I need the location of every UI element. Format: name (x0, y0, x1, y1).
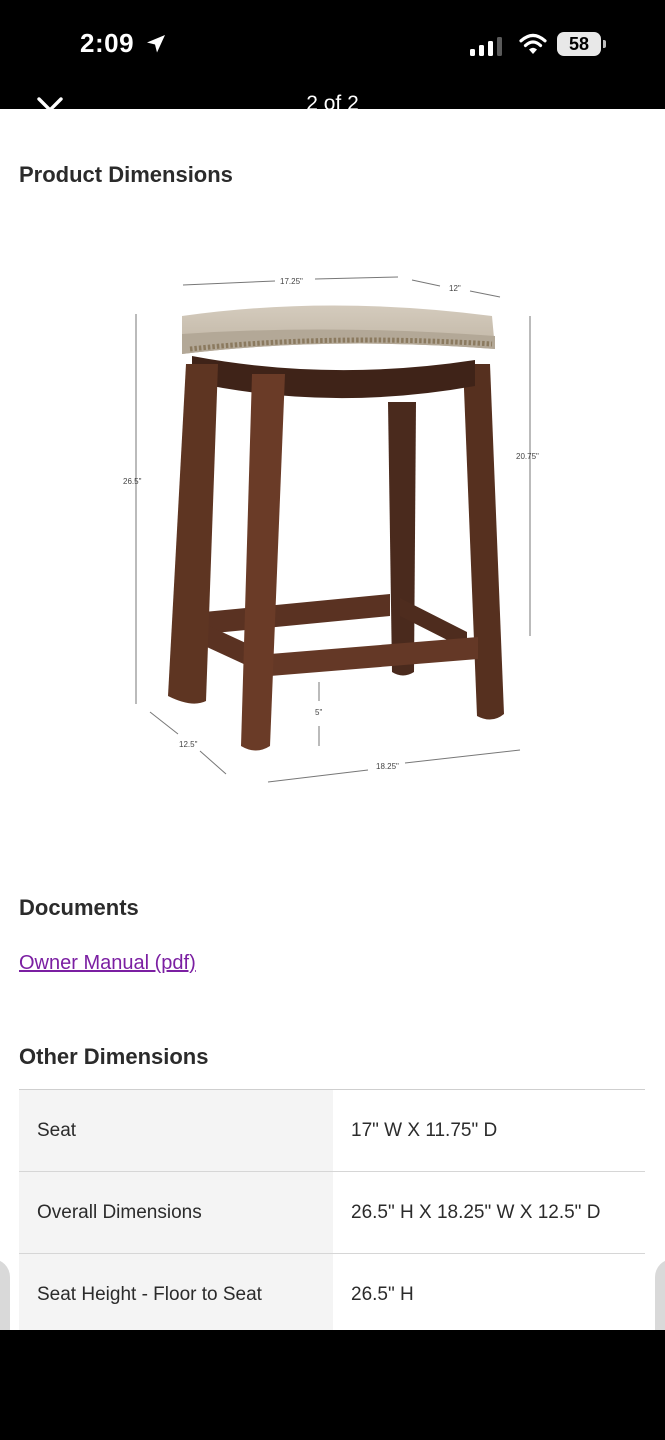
product-dimensions-heading: Product Dimensions (19, 162, 233, 187)
status-time: 2:09 (80, 28, 135, 58)
dimension-value: 26.5" H (333, 1253, 645, 1330)
dimension-value: 17" W X 11.75" D (333, 1089, 645, 1172)
sheet-edge (0, 1259, 10, 1330)
dim-label-bottom-depth: 12.5" (179, 740, 198, 749)
owner-manual-link[interactable]: Owner Manual (pdf) (19, 952, 196, 975)
dim-label-stretcher-height: 5" (315, 708, 322, 717)
documents-heading: Documents (19, 895, 139, 920)
bottom-bar (0, 1330, 665, 1440)
dimension-label: Seat (19, 1089, 333, 1172)
status-bar: 2:09 58 (0, 0, 665, 92)
table-row: Seat Height - Floor to Seat 26.5" H (19, 1253, 645, 1330)
dim-label-overall-height: 26.5" (123, 477, 142, 486)
sheet-edge (655, 1259, 665, 1330)
table-row: Overall Dimensions 26.5" H X 18.25" W X … (19, 1171, 645, 1254)
cellular-signal-icon (470, 37, 502, 56)
battery-indicator: 58 (557, 32, 601, 56)
wifi-icon (519, 33, 547, 54)
table-row: Seat 17" W X 11.75" D (19, 1089, 645, 1172)
other-dimensions-heading: Other Dimensions (19, 1044, 209, 1069)
dimensions-table: Seat 17" W X 11.75" D Overall Dimensions… (19, 1089, 645, 1330)
dim-label-seat-height: 20.75" (516, 452, 539, 461)
dim-label-top-width: 17.25" (280, 277, 303, 286)
dimension-label: Seat Height - Floor to Seat (19, 1253, 333, 1330)
dim-label-bottom-width: 18.25" (376, 762, 399, 771)
content-sheet: Product Dimensions 17.25" 12" 20.75" 26.… (0, 109, 665, 1330)
dimension-value: 26.5" H X 18.25" W X 12.5" D (333, 1171, 645, 1254)
viewer-nav: 2 of 2 (0, 92, 665, 109)
battery-tip (603, 40, 606, 48)
dim-label-top-depth: 12" (449, 284, 461, 293)
bar-stool-dimension-image: 17.25" 12" 20.75" 26.5" 12.5" 18.25" 5" (123, 276, 539, 783)
dimension-label: Overall Dimensions (19, 1171, 333, 1254)
page-indicator: 2 of 2 (306, 92, 359, 110)
location-arrow-icon (147, 35, 165, 53)
